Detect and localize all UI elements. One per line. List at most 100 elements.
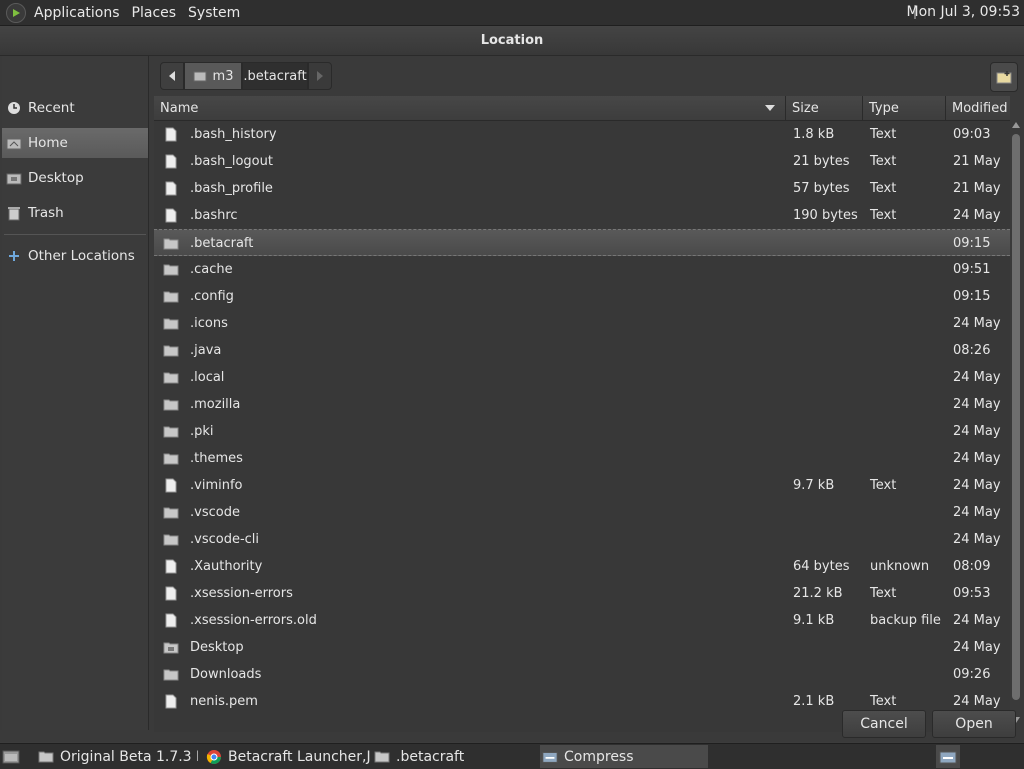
- file-row[interactable]: .Xauthority 64 bytes unknown 08:09: [154, 553, 1010, 580]
- file-modified: 08:26: [953, 343, 991, 358]
- file-row[interactable]: Desktop 24 May: [154, 634, 1010, 661]
- file-row[interactable]: .icons 24 May: [154, 310, 1010, 337]
- dialog-titlebar[interactable]: Location: [0, 26, 1024, 56]
- file-row[interactable]: .vscode 24 May: [154, 499, 1010, 526]
- new-folder-button[interactable]: [990, 62, 1018, 92]
- file-row[interactable]: .themes 24 May: [154, 445, 1010, 472]
- chrome-icon: [206, 749, 222, 765]
- menu-places[interactable]: Places: [126, 5, 183, 21]
- column-modified[interactable]: Modified: [946, 96, 1010, 120]
- folder-icon: [162, 418, 180, 445]
- file-icon: [162, 121, 180, 148]
- file-name: .Xauthority: [190, 559, 263, 574]
- desktop-icon: [6, 170, 22, 186]
- file-list-scrollbar[interactable]: [1010, 122, 1022, 728]
- sidebar-item-home[interactable]: Home: [2, 128, 148, 158]
- file-row[interactable]: .cache 09:51: [154, 256, 1010, 283]
- scrollbar-thumb[interactable]: [1012, 134, 1020, 700]
- file-name: .betacraft: [190, 236, 254, 251]
- file-name: .bash_profile: [190, 181, 273, 196]
- taskbar-item-compress[interactable]: Compress: [540, 745, 708, 768]
- file-row[interactable]: .xsession-errors.old 9.1 kB backup file 24 …: [154, 607, 1010, 634]
- file-row[interactable]: .bash_history 1.8 kB Text 09:03: [154, 121, 1010, 148]
- show-desktop-icon: [2, 750, 20, 763]
- open-button[interactable]: Open: [932, 710, 1016, 738]
- taskbar-item-betacraft-launcher[interactable]: Betacraft Launcher,J...: [206, 745, 372, 768]
- file-size: 64 bytes: [793, 559, 850, 574]
- file-icon: [162, 553, 180, 580]
- file-type: Text: [870, 208, 897, 223]
- breadcrumb-current[interactable]: .betacraft: [242, 62, 308, 90]
- show-desktop-button[interactable]: [2, 745, 28, 768]
- file-row[interactable]: .bash_profile 57 bytes Text 21 May: [154, 175, 1010, 202]
- file-row[interactable]: .config 09:15: [154, 283, 1010, 310]
- file-type: [870, 391, 950, 418]
- menu-system[interactable]: System: [182, 5, 246, 21]
- tray-compress-icon[interactable]: [936, 745, 960, 768]
- compress-icon: [542, 749, 558, 765]
- distro-logo-icon[interactable]: [6, 2, 26, 23]
- file-modified: 24 May: [953, 532, 1001, 547]
- file-row[interactable]: .bash_logout 21 bytes Text 21 May: [154, 148, 1010, 175]
- dialog-title: Location: [480, 33, 544, 48]
- path-forward-button[interactable]: [308, 62, 332, 90]
- file-modified: 24 May: [953, 208, 1001, 223]
- top-menu: Applications Places System: [6, 2, 246, 23]
- folder-icon: [162, 526, 180, 553]
- scroll-up-arrow-icon[interactable]: [1012, 122, 1020, 128]
- taskbar-item-label: Betacraft Launcher,J...: [228, 748, 372, 765]
- file-row[interactable]: .local 24 May: [154, 364, 1010, 391]
- file-row[interactable]: .pki 24 May: [154, 418, 1010, 445]
- file-row[interactable]: .betacraft 09:15: [154, 229, 1010, 256]
- file-row[interactable]: .mozilla 24 May: [154, 391, 1010, 418]
- file-list-header: Name Size Type Modified: [154, 96, 1010, 121]
- file-row[interactable]: .vscode-cli 24 May: [154, 526, 1010, 553]
- sidebar-item-desktop[interactable]: Desktop: [2, 163, 148, 193]
- breadcrumb-home[interactable]: m3: [184, 62, 242, 90]
- sidebar-item-label: Desktop: [28, 170, 84, 186]
- sidebar-item-recent[interactable]: Recent: [2, 93, 148, 123]
- folder-icon: [162, 364, 180, 391]
- column-type[interactable]: Type: [863, 96, 946, 120]
- path-bar: m3 .betacraft: [160, 62, 332, 90]
- file-modified: 24 May: [953, 370, 1001, 385]
- file-type: Text: [870, 127, 897, 142]
- file-row[interactable]: .bashrc 190 bytes Text 24 May: [154, 202, 1010, 229]
- file-name: .themes: [190, 451, 243, 466]
- file-row[interactable]: .xsession-errors 21.2 kB Text 09:53: [154, 580, 1010, 607]
- file-type: backup file: [870, 613, 941, 628]
- menu-applications[interactable]: Applications: [28, 5, 126, 21]
- top-panel: Applications Places System Mon Jul 3, 09…: [0, 0, 1024, 26]
- sidebar-item-other-locations[interactable]: Other Locations: [2, 241, 148, 271]
- file-row[interactable]: .viminfo 9.7 kB Text 24 May: [154, 472, 1010, 499]
- folder-icon: [162, 391, 180, 418]
- column-size[interactable]: Size: [786, 96, 863, 120]
- file-row[interactable]: Downloads 09:26: [154, 661, 1010, 688]
- desktop-folder-icon: [162, 634, 180, 661]
- file-type: [870, 499, 950, 526]
- file-modified: 08:09: [953, 559, 991, 574]
- sidebar-item-trash[interactable]: Trash: [2, 198, 148, 228]
- taskbar-item-betacraft-folder[interactable]: .betacraft: [374, 745, 534, 768]
- file-row[interactable]: .java 08:26: [154, 337, 1010, 364]
- file-type: Text: [870, 181, 897, 196]
- cancel-button[interactable]: Cancel: [842, 710, 926, 738]
- file-list: Name Size Type Modified .bash_history 1.8…: [154, 96, 1010, 732]
- file-name: .java: [190, 343, 222, 358]
- file-icon: [162, 202, 180, 229]
- file-modified: 21 May: [953, 181, 1001, 196]
- file-modified: 09:15: [953, 289, 991, 304]
- file-type: [870, 256, 950, 283]
- file-size: 190 bytes: [793, 208, 858, 223]
- clock[interactable]: Mon Jul 3, 09:53: [907, 4, 1020, 20]
- file-icon: [162, 472, 180, 499]
- taskbar-item-label: Compress: [564, 748, 634, 765]
- file-size: 21 bytes: [793, 154, 850, 169]
- taskbar-item-original-beta[interactable]: Original Beta 1.7.3 F...: [38, 745, 198, 768]
- column-name[interactable]: Name: [154, 96, 786, 120]
- file-name: .config: [190, 289, 234, 304]
- file-size: [793, 283, 863, 310]
- path-back-button[interactable]: [160, 62, 184, 90]
- folder-icon: [162, 283, 180, 310]
- home-icon: [6, 135, 22, 151]
